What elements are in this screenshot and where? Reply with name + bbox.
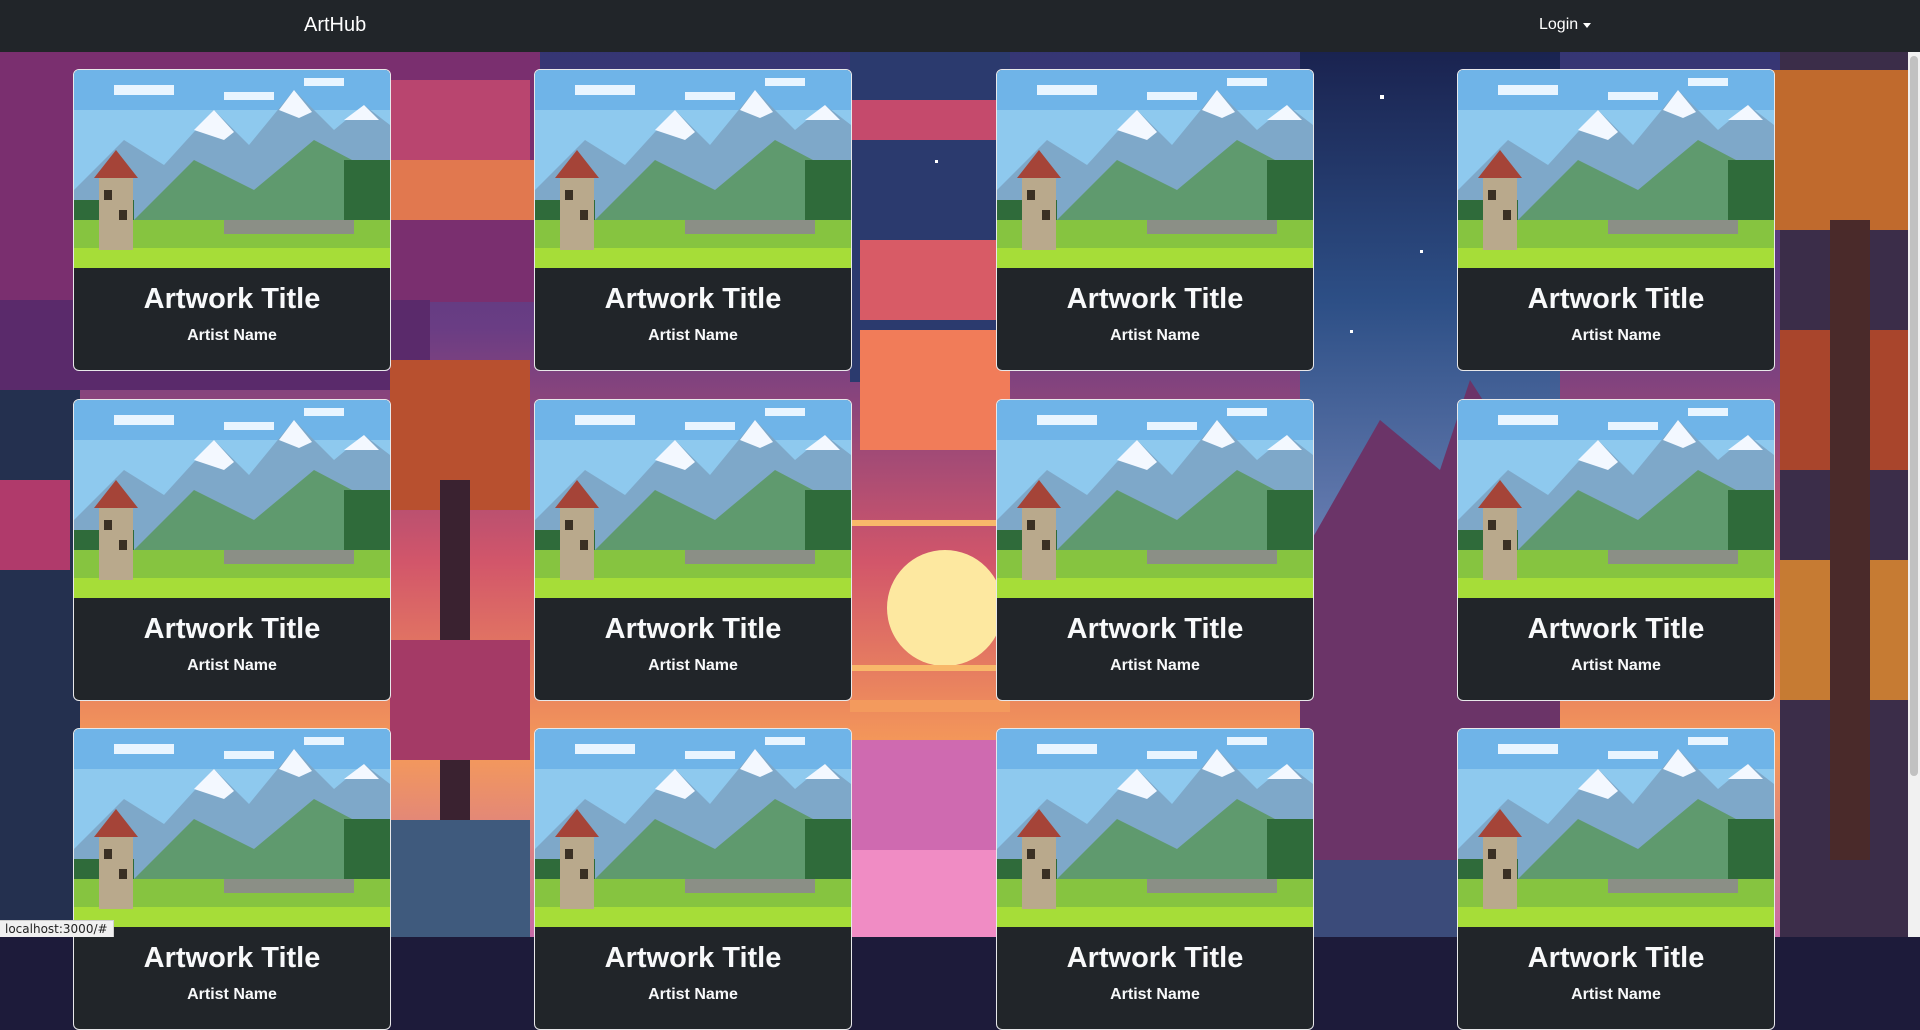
artist-name: Artist Name xyxy=(648,327,738,344)
artwork-card[interactable]: Artwork Title Artist Name xyxy=(73,728,391,1030)
artist-name: Artist Name xyxy=(1571,327,1661,344)
artwork-thumbnail xyxy=(997,729,1313,927)
artwork-card[interactable]: Artwork Title Artist Name xyxy=(534,399,852,701)
artwork-thumbnail xyxy=(74,729,390,927)
status-bar-url: localhost:3000/# xyxy=(0,920,114,937)
artwork-thumbnail xyxy=(997,70,1313,268)
artwork-thumbnail xyxy=(74,70,390,268)
artwork-title: Artwork Title xyxy=(1527,613,1705,645)
login-dropdown-toggle[interactable]: Login xyxy=(1539,15,1592,35)
brand-link[interactable]: ArtHub xyxy=(304,13,366,37)
artist-name: Artist Name xyxy=(1571,657,1661,674)
login-label: Login xyxy=(1539,16,1579,33)
artwork-thumbnail xyxy=(1458,400,1774,598)
artwork-title: Artwork Title xyxy=(1066,283,1244,315)
artwork-card[interactable]: Artwork Title Artist Name xyxy=(996,399,1314,701)
artist-name: Artist Name xyxy=(648,986,738,1003)
artist-name: Artist Name xyxy=(1110,986,1200,1003)
artwork-card[interactable]: Artwork Title Artist Name xyxy=(1457,69,1775,371)
top-navbar: ArtHub Login xyxy=(0,0,1920,52)
caret-down-icon xyxy=(1583,23,1592,28)
artwork-card[interactable]: Artwork Title Artist Name xyxy=(73,69,391,371)
artwork-title: Artwork Title xyxy=(143,942,321,974)
scrollbar-thumb[interactable] xyxy=(1910,56,1918,776)
artwork-card[interactable]: Artwork Title Artist Name xyxy=(996,69,1314,371)
artwork-title: Artwork Title xyxy=(1066,613,1244,645)
artwork-card[interactable]: Artwork Title Artist Name xyxy=(534,728,852,1030)
artist-name: Artist Name xyxy=(187,986,277,1003)
artwork-card[interactable]: Artwork Title Artist Name xyxy=(534,69,852,371)
artwork-thumbnail xyxy=(74,400,390,598)
artist-name: Artist Name xyxy=(1110,657,1200,674)
artwork-title: Artwork Title xyxy=(604,613,782,645)
artwork-title: Artwork Title xyxy=(1066,942,1244,974)
artwork-thumbnail xyxy=(1458,70,1774,268)
artwork-title: Artwork Title xyxy=(143,613,321,645)
artist-name: Artist Name xyxy=(1110,327,1200,344)
artwork-card[interactable]: Artwork Title Artist Name xyxy=(73,399,391,701)
artwork-card[interactable]: Artwork Title Artist Name xyxy=(1457,728,1775,1030)
artwork-thumbnail xyxy=(535,400,851,598)
artwork-card[interactable]: Artwork Title Artist Name xyxy=(996,728,1314,1030)
artwork-thumbnail xyxy=(1458,729,1774,927)
artwork-card[interactable]: Artwork Title Artist Name xyxy=(1457,399,1775,701)
artwork-title: Artwork Title xyxy=(604,283,782,315)
artist-name: Artist Name xyxy=(648,657,738,674)
artwork-title: Artwork Title xyxy=(143,283,321,315)
artwork-title: Artwork Title xyxy=(604,942,782,974)
artist-name: Artist Name xyxy=(187,327,277,344)
page-scrollbar[interactable] xyxy=(1908,52,1920,937)
artist-name: Artist Name xyxy=(187,657,277,674)
artwork-title: Artwork Title xyxy=(1527,942,1705,974)
artist-name: Artist Name xyxy=(1571,986,1661,1003)
artwork-title: Artwork Title xyxy=(1527,283,1705,315)
artwork-thumbnail xyxy=(535,729,851,927)
artwork-thumbnail xyxy=(997,400,1313,598)
artwork-thumbnail xyxy=(535,70,851,268)
